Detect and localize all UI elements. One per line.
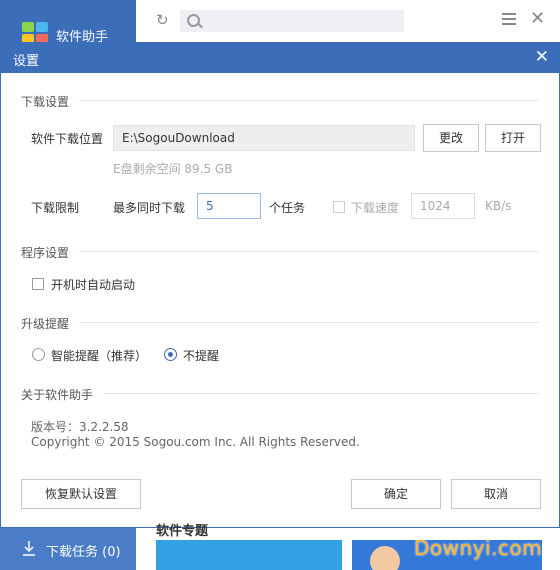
dialog-title: 设置 [13, 54, 40, 69]
divider [103, 393, 539, 394]
about-heading: 关于软件助手 [21, 388, 94, 402]
change-location-button[interactable]: 更改 [423, 124, 479, 152]
speed-unit-label: KB/s [485, 199, 512, 213]
smart-remind-radio[interactable] [32, 348, 45, 361]
no-remind-label: 不提醒 [183, 349, 220, 363]
tasks-unit-label: 个任务 [269, 201, 306, 215]
app-close-icon[interactable]: ✕ [530, 8, 545, 29]
divider [79, 322, 539, 323]
topics-heading: 软件专题 [156, 524, 209, 539]
download-location-label: 软件下载位置 [31, 132, 104, 146]
speed-limit-input[interactable]: 1024 [411, 193, 475, 219]
avatar [370, 546, 400, 570]
download-tasks-label: 下载任务 (0) [46, 545, 121, 560]
max-simul-input[interactable]: 5 [197, 193, 261, 219]
search-input[interactable] [180, 10, 404, 32]
app-logo-icon [22, 22, 50, 44]
search-icon [187, 14, 200, 27]
topic-card[interactable] [156, 540, 342, 570]
max-simul-label: 最多同时下载 [113, 201, 186, 215]
restore-defaults-button[interactable]: 恢复默认设置 [21, 479, 141, 509]
divider [79, 100, 539, 101]
upgrade-heading: 升级提醒 [21, 317, 70, 331]
open-location-button[interactable]: 打开 [485, 124, 541, 152]
copyright-text: Copyright © 2015 Sogou.com Inc. All Righ… [31, 435, 360, 449]
autostart-checkbox[interactable] [32, 278, 44, 290]
download-limit-label: 下载限制 [31, 201, 80, 215]
menu-icon[interactable] [502, 13, 516, 28]
divider [79, 251, 539, 252]
version-text: 版本号：3.2.2.58 [31, 420, 129, 434]
program-settings-heading: 程序设置 [21, 246, 70, 260]
close-icon[interactable]: ✕ [535, 47, 549, 67]
cancel-button[interactable]: 取消 [451, 479, 541, 509]
refresh-icon[interactable]: ↻ [156, 12, 172, 28]
download-settings-heading: 下载设置 [21, 95, 70, 109]
watermark: Downyi.com [414, 536, 543, 560]
free-space-text: E盘剩余空间 89.5 GB [113, 162, 233, 176]
smart-remind-label: 智能提醒（推荐） [51, 349, 148, 363]
dialog-titlebar: 设置 ✕ [1, 43, 559, 73]
sidebar-item-downloads[interactable]: 下载任务 (0) [0, 528, 136, 570]
autostart-label: 开机时自动启动 [51, 278, 136, 292]
ok-button[interactable]: 确定 [351, 479, 441, 509]
download-location-field[interactable]: E:\SogouDownload [113, 125, 415, 151]
no-remind-radio[interactable] [164, 348, 177, 361]
speed-limit-checkbox[interactable] [333, 201, 345, 213]
settings-dialog: 设置 ✕ 下载设置 软件下载位置 E:\SogouDownload 更改 打开 … [0, 42, 560, 528]
speed-limit-label: 下载速度 [351, 201, 400, 215]
download-icon [23, 541, 35, 556]
